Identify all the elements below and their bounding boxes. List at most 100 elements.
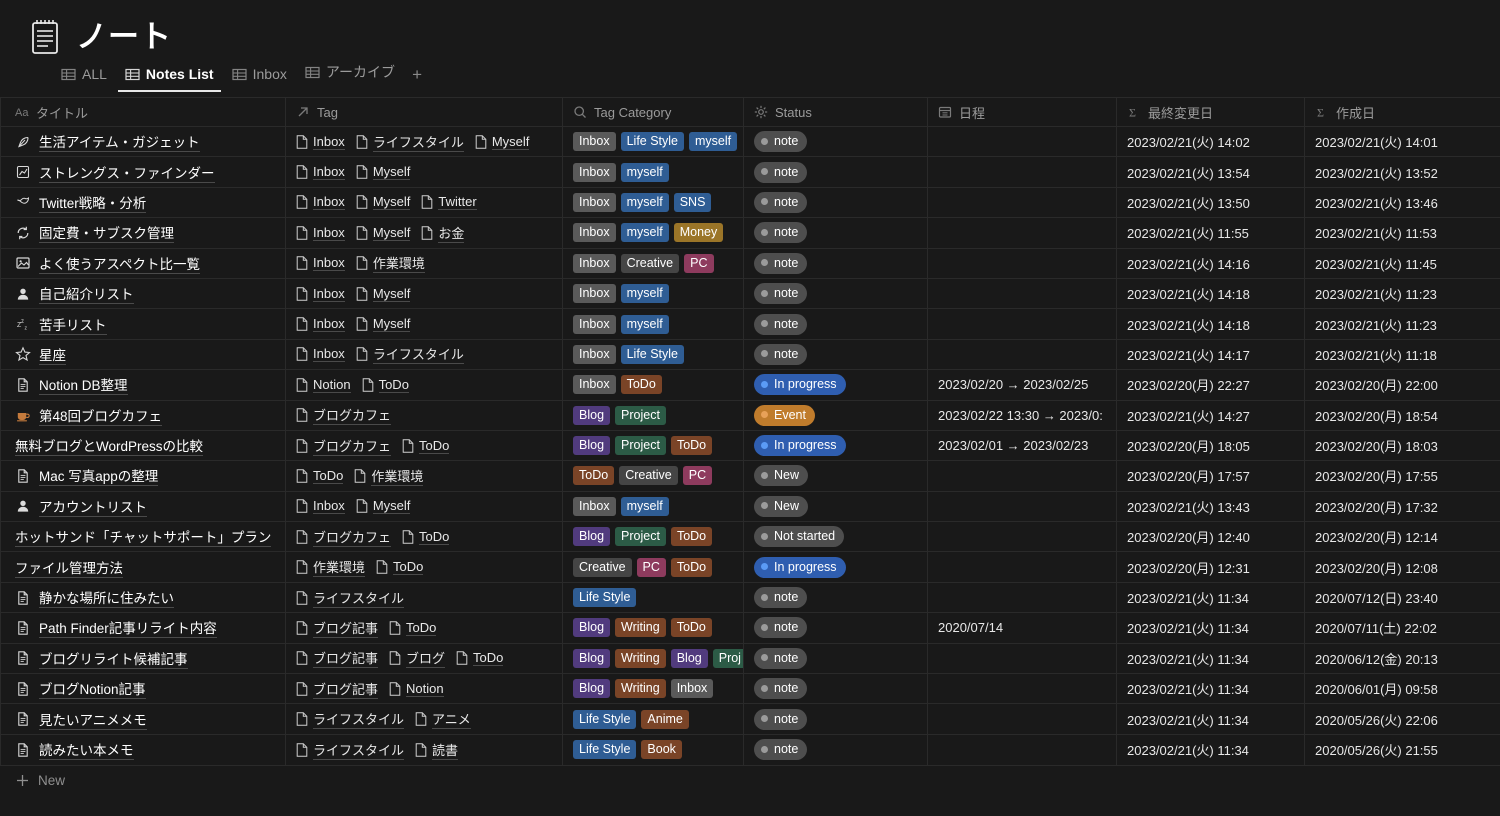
relation-item[interactable]: ブログカフェ	[296, 527, 392, 547]
cell-tag[interactable]: ToDo 作業環境	[285, 460, 563, 492]
cell-tag[interactable]: Inbox Myself	[285, 308, 563, 340]
relation-item[interactable]: アニメ	[415, 709, 471, 730]
cell-status[interactable]: In progress	[743, 551, 928, 583]
cell-title[interactable]: 見たいアニメメモ	[0, 703, 286, 735]
cell-title[interactable]: 生活アイテム・ガジェット	[0, 125, 286, 157]
relation-item[interactable]: ライフスタイル	[356, 344, 464, 365]
cell-title[interactable]: z Zz 苦手リスト	[0, 308, 286, 340]
relation-item[interactable]: Inbox	[296, 164, 345, 181]
table-row[interactable]: 見たいアニメメモ ライフスタイル アニメ Life Style Anime note 202…	[0, 703, 1500, 735]
relation-item[interactable]: ライフスタイル	[296, 588, 405, 608]
cell-tag[interactable]: ブログカフェ ToDo	[285, 429, 563, 461]
cell-title[interactable]: アカウントリスト	[0, 490, 286, 522]
relation-item[interactable]: ToDo	[389, 620, 437, 636]
cell-tag-category[interactable]: Blog Writing Blog Proj	[562, 642, 744, 674]
cell-status[interactable]: note	[743, 642, 928, 674]
cell-schedule[interactable]	[927, 703, 1117, 735]
relation-item[interactable]: ブログ記事	[296, 648, 379, 669]
cell-tag[interactable]: Inbox Myself	[285, 156, 563, 188]
relation-item[interactable]: ブログ記事	[296, 618, 379, 638]
cell-status[interactable]: Not started	[743, 521, 928, 552]
relation-item[interactable]: Myself	[356, 225, 411, 241]
cell-tag[interactable]: Inbox Myself	[285, 277, 563, 309]
relation-item[interactable]: Inbox	[296, 346, 345, 363]
column-header-tag[interactable]: Tag	[285, 97, 563, 127]
tab-archive[interactable]: アーカイブ	[298, 59, 402, 92]
tab-inbox[interactable]: Inbox	[225, 63, 294, 92]
cell-tag-category[interactable]: Life Style Anime	[562, 703, 744, 735]
cell-status[interactable]: New	[743, 490, 928, 522]
cell-status[interactable]: note	[743, 338, 928, 370]
cell-title[interactable]: Twitter戦略・分析	[0, 186, 286, 218]
cell-tag-category[interactable]: Blog Writing Inbox	[562, 673, 744, 704]
cell-schedule[interactable]: 2020/07/14	[927, 612, 1117, 644]
cell-tag-category[interactable]: Blog Writing ToDo	[562, 612, 744, 644]
table-row[interactable]: 読みたい本メモ ライフスタイル 読書 Life Style Book note 2023/0…	[0, 733, 1500, 765]
cell-schedule[interactable]	[927, 551, 1117, 583]
relation-item[interactable]: 読書	[415, 740, 459, 760]
cell-status[interactable]: In progress	[743, 429, 928, 461]
cell-title[interactable]: ブログリライト候補記事	[0, 642, 286, 674]
table-row[interactable]: ブログリライト候補記事 ブログ記事 ブログ ToDo Blog Writing Blog Pr…	[0, 642, 1500, 674]
relation-item[interactable]: ブログ	[389, 648, 446, 669]
cell-schedule[interactable]	[927, 247, 1117, 279]
table-row[interactable]: 第48回ブログカフェ ブログカフェ Blog Project Event 2023/02/…	[0, 399, 1500, 431]
cell-tag-category[interactable]: Inbox myself	[562, 156, 744, 188]
cell-tag[interactable]: 作業環境 ToDo	[285, 551, 563, 583]
relation-item[interactable]: ToDo	[456, 650, 504, 667]
cell-status[interactable]: note	[743, 125, 928, 157]
cell-title[interactable]: ファイル管理方法	[0, 551, 286, 583]
cell-tag-category[interactable]: Life Style	[562, 581, 744, 613]
cell-status[interactable]: New	[743, 460, 928, 492]
column-header-title[interactable]: Aa タイトル	[0, 97, 286, 127]
cell-status[interactable]: In progress	[743, 369, 928, 401]
cell-status[interactable]: note	[743, 733, 928, 765]
cell-title[interactable]: ホットサンド「チャットサポート」プラン	[0, 521, 286, 552]
column-header-tag-category[interactable]: Tag Category	[562, 97, 744, 127]
relation-item[interactable]: Myself	[356, 498, 411, 515]
cell-status[interactable]: note	[743, 217, 928, 249]
relation-item[interactable]: ブログ記事	[296, 679, 379, 699]
cell-schedule[interactable]	[927, 460, 1117, 492]
relation-item[interactable]: ライフスタイル	[296, 740, 405, 760]
add-view-button[interactable]: +	[406, 64, 428, 86]
cell-tag[interactable]: Inbox Myself お金	[285, 217, 563, 249]
cell-tag[interactable]: Inbox ライフスタイル Myself	[285, 125, 563, 157]
cell-status[interactable]: note	[743, 703, 928, 735]
relation-item[interactable]: ToDo	[402, 529, 450, 545]
relation-item[interactable]: Inbox	[296, 498, 345, 515]
relation-item[interactable]: Inbox	[296, 194, 345, 211]
relation-item[interactable]: ライフスタイル	[296, 709, 405, 730]
cell-tag[interactable]: ライフスタイル 読書	[285, 733, 563, 765]
cell-schedule[interactable]	[927, 338, 1117, 370]
cell-tag-category[interactable]: Inbox Creative PC	[562, 247, 744, 279]
cell-status[interactable]: note	[743, 308, 928, 340]
cell-schedule[interactable]: 2023/02/22 13:30 → 2023/0:	[927, 399, 1117, 431]
cell-title[interactable]: よく使うアスペクト比一覧	[0, 247, 286, 279]
cell-status[interactable]: note	[743, 156, 928, 188]
cell-title[interactable]: 静かな場所に住みたい	[0, 581, 286, 613]
table-row[interactable]: 生活アイテム・ガジェット Inbox ライフスタイル Myself Inbox Life …	[0, 125, 1500, 157]
cell-schedule[interactable]	[927, 308, 1117, 340]
table-row[interactable]: Notion DB整理 Notion ToDo Inbox ToDo In progres…	[0, 369, 1500, 401]
cell-tag[interactable]: ライフスタイル アニメ	[285, 703, 563, 735]
cell-tag[interactable]: ブログ記事 ToDo	[285, 612, 563, 644]
cell-tag-category[interactable]: Blog Project	[562, 399, 744, 431]
cell-title[interactable]: ストレングス・ファインダー	[0, 156, 286, 188]
cell-status[interactable]: note	[743, 673, 928, 704]
relation-item[interactable]: Myself	[356, 164, 411, 181]
table-row[interactable]: Mac 写真appの整理 ToDo 作業環境 ToDo Creative PC New 202…	[0, 460, 1500, 492]
cell-schedule[interactable]	[927, 217, 1117, 249]
cell-title[interactable]: 第48回ブログカフェ	[0, 399, 286, 431]
tab-notes-list[interactable]: Notes List	[117, 63, 221, 92]
table-row[interactable]: ブログNotion記事 ブログ記事 Notion Blog Writing Inbox no…	[0, 673, 1500, 704]
relation-item[interactable]: ブログカフェ	[296, 436, 392, 456]
column-header-status[interactable]: Status	[743, 97, 928, 127]
table-row[interactable]: 静かな場所に住みたい ライフスタイル Life Style note 2023/02/2…	[0, 581, 1500, 613]
relation-item[interactable]: Inbox	[296, 316, 345, 333]
tab-all[interactable]: ALL	[54, 63, 114, 92]
cell-schedule[interactable]	[927, 673, 1117, 704]
cell-tag[interactable]: ブログ記事 Notion	[285, 673, 563, 704]
column-header-schedule[interactable]: 日程	[927, 97, 1117, 127]
cell-title[interactable]: 星座	[0, 338, 286, 370]
